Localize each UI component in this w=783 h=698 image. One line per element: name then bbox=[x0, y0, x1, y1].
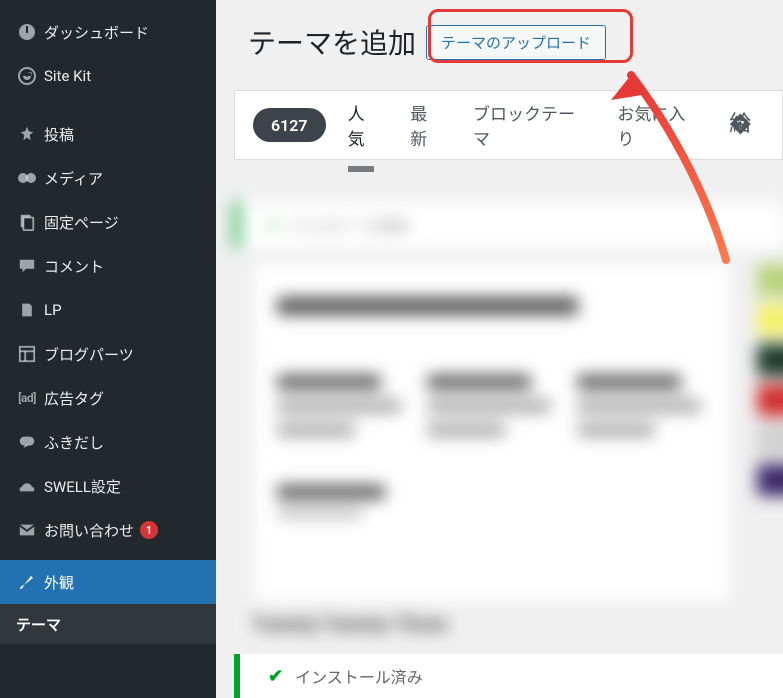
dashboard-icon bbox=[14, 22, 40, 42]
tab-latest[interactable]: 最新 bbox=[410, 100, 443, 150]
sidebar-item-label: ダッシュボード bbox=[44, 22, 149, 43]
installed-notice: ✔ インストール済み bbox=[234, 654, 783, 698]
sidebar-item-comments[interactable]: コメント bbox=[0, 244, 216, 288]
admin-sidebar: ダッシュボード Site Kit 投稿 メディア 固定ページ bbox=[0, 0, 216, 698]
tab-block[interactable]: ブロックテーマ bbox=[473, 100, 587, 150]
brush-icon bbox=[14, 572, 40, 592]
ad-icon: [ad] bbox=[14, 388, 40, 408]
sidebar-item-label: 外観 bbox=[44, 572, 74, 593]
page-icon bbox=[14, 212, 40, 232]
sidebar-item-label: 固定ページ bbox=[44, 212, 119, 233]
sidebar-item-label: ブログパーツ bbox=[44, 344, 134, 365]
sidebar-item-label: お問い合わせ bbox=[44, 520, 134, 541]
sidebar-item-dashboard[interactable]: ダッシュボード bbox=[0, 10, 216, 54]
main-content: テーマを追加 テーマのアップロード 6127 人気 最新 ブロックテーマ お気に… bbox=[216, 0, 783, 698]
tab-popular[interactable]: 人気 bbox=[348, 100, 381, 150]
mail-icon bbox=[14, 520, 40, 540]
sidebar-item-appearance[interactable]: 外観 bbox=[0, 560, 216, 604]
sidebar-item-label: Site Kit bbox=[44, 67, 91, 85]
sidebar-item-label: LP bbox=[44, 301, 62, 319]
sitekit-icon bbox=[14, 66, 40, 86]
sidebar-item-label: メディア bbox=[44, 168, 103, 189]
sidebar-item-label: SWELL設定 bbox=[44, 476, 121, 497]
sidebar-item-media[interactable]: メディア bbox=[0, 156, 216, 200]
doc-icon bbox=[14, 300, 40, 320]
sidebar-item-label: ふきだし bbox=[44, 432, 104, 453]
pin-icon bbox=[14, 124, 40, 144]
tab-favorites[interactable]: お気に入り bbox=[617, 100, 699, 150]
sidebar-item-balloon[interactable]: ふきだし bbox=[0, 420, 216, 464]
sidebar-item-contact[interactable]: お問い合わせ 1 bbox=[0, 508, 216, 552]
swell-icon bbox=[14, 476, 40, 496]
sidebar-item-pages[interactable]: 固定ページ bbox=[0, 200, 216, 244]
check-icon: ✔ bbox=[268, 666, 283, 687]
notification-badge: 1 bbox=[140, 521, 158, 539]
blurred-content: ✔インストール済み bbox=[234, 202, 783, 658]
theme-count-pill: 6127 bbox=[253, 108, 326, 142]
sidebar-item-blogparts[interactable]: ブログパーツ bbox=[0, 332, 216, 376]
sidebar-item-lp[interactable]: LP bbox=[0, 288, 216, 332]
installed-label: インストール済み bbox=[295, 664, 423, 688]
page-title: テーマを追加 bbox=[248, 22, 416, 62]
chat-icon bbox=[14, 432, 40, 452]
sidebar-subitem-label: テーマ bbox=[16, 614, 61, 635]
sidebar-item-label: コメント bbox=[44, 256, 104, 277]
sidebar-subitem-themes[interactable]: テーマ bbox=[0, 604, 216, 644]
theme-filter-bar: 6127 人気 最新 ブロックテーマ お気に入り �給 bbox=[234, 90, 783, 160]
sidebar-item-label: 広告タグ bbox=[44, 388, 104, 409]
upload-theme-button[interactable]: テーマのアップロード bbox=[426, 25, 606, 60]
sidebar-item-posts[interactable]: 投稿 bbox=[0, 112, 216, 156]
sidebar-item-adtag[interactable]: [ad] 広告タグ bbox=[0, 376, 216, 420]
sidebar-item-sitekit[interactable]: Site Kit bbox=[0, 54, 216, 98]
sidebar-item-swell[interactable]: SWELL設定 bbox=[0, 464, 216, 508]
comment-icon bbox=[14, 256, 40, 276]
title-row: テーマを追加 テーマのアップロード bbox=[216, 0, 783, 62]
media-icon bbox=[14, 168, 40, 188]
grid-icon bbox=[14, 344, 40, 364]
sidebar-item-label: 投稿 bbox=[44, 124, 74, 145]
